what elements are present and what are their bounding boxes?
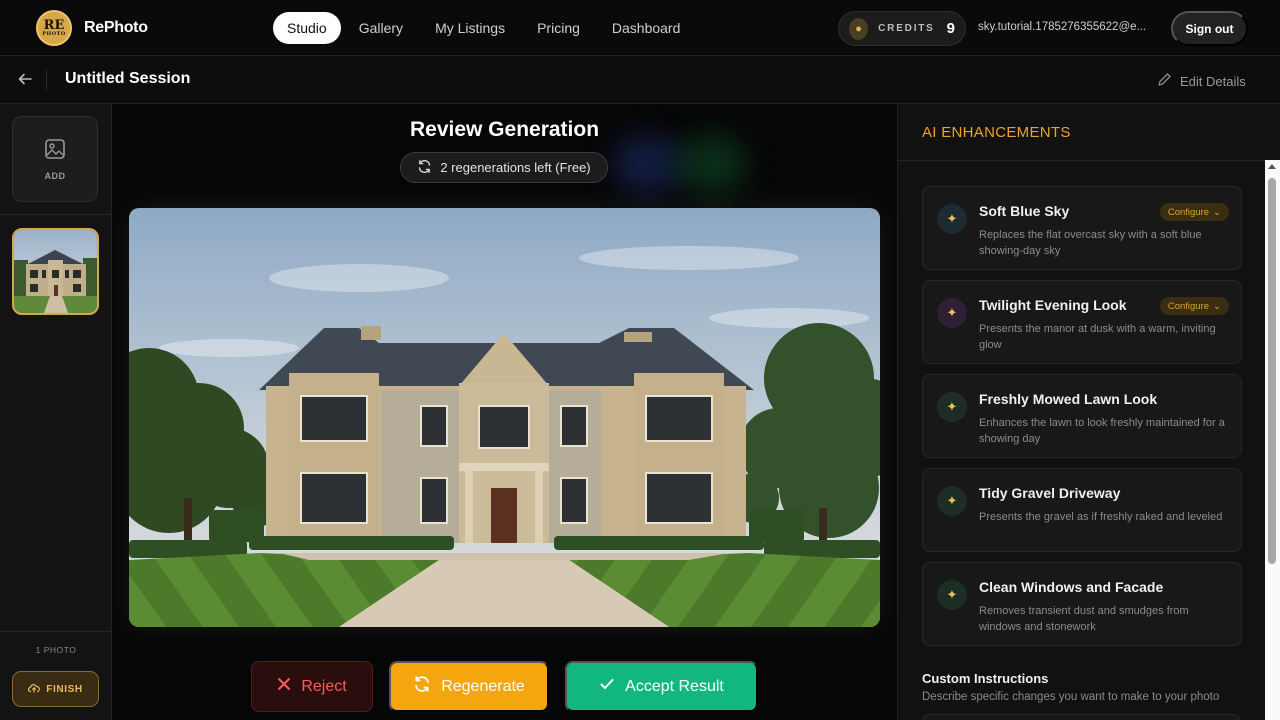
panel-title: AI ENHANCEMENTS <box>922 124 1071 141</box>
enhancement-description: Presents the manor at dusk with a warm, … <box>979 323 1216 351</box>
finish-label: FINISH <box>46 683 83 695</box>
enhancement-description: Enhances the lawn to look freshly mainta… <box>979 417 1225 445</box>
page-title: Review Generation <box>409 118 600 141</box>
accept-label: Accept Result <box>625 677 724 695</box>
credits-count: 9 <box>946 20 955 37</box>
photo-count: 1 PHOTO <box>35 645 77 655</box>
pencil-icon <box>1157 72 1172 90</box>
cloud-upload-icon <box>28 682 41 697</box>
configure-label: Configure <box>1167 300 1210 312</box>
enhancement-description: Removes transient dust and smudges from … <box>979 605 1189 633</box>
reject-button[interactable]: Reject <box>251 661 373 712</box>
enhancement-description: Replaces the flat overcast sky with a so… <box>979 229 1202 257</box>
enhancement-title: Tidy Gravel Driveway <box>979 485 1121 501</box>
coins-icon: ● <box>849 17 869 40</box>
close-icon <box>277 677 291 696</box>
credits-label: CREDITS <box>878 23 935 34</box>
app-root: RE PHOTO RePhoto Studio Gallery My Listi… <box>0 0 1280 720</box>
brand-name: RePhoto <box>84 19 148 36</box>
sparkle-icon: ✦ <box>937 486 967 516</box>
image-icon <box>44 138 66 165</box>
configure-button[interactable]: Configure ⌄ <box>1159 297 1229 315</box>
divider <box>0 631 112 632</box>
custom-instructions-title: Custom Instructions <box>922 671 1049 686</box>
edit-details-label: Edit Details <box>1180 73 1246 89</box>
background-glow <box>612 134 682 194</box>
review-canvas: Review Generation 2 regenerations left (… <box>112 104 897 720</box>
nav-item-gallery[interactable]: Gallery <box>345 12 417 44</box>
enhancement-card-soft-blue-sky[interactable]: ✦ Soft Blue Sky Replaces the flat overca… <box>922 186 1242 270</box>
review-actions: Reject Regenerate Accept Result <box>251 661 758 712</box>
configure-label: Configure <box>1167 206 1210 218</box>
nav-item-studio[interactable]: Studio <box>273 12 341 44</box>
add-label: ADD <box>44 170 66 181</box>
enhancement-title: Freshly Mowed Lawn Look <box>979 391 1158 407</box>
photo-thumbnail[interactable] <box>12 228 99 315</box>
session-bar: Untitled Session Edit Details <box>0 56 1280 104</box>
reject-label: Reject <box>301 677 347 695</box>
sign-out-button[interactable]: Sign out <box>1171 11 1248 46</box>
refresh-icon <box>413 675 431 698</box>
enhancements-panel: AI ENHANCEMENTS ✦ Soft Blue Sky Replaces… <box>897 104 1280 720</box>
credits-badge[interactable]: ● CREDITS 9 <box>838 11 966 46</box>
nav-item-my-listings[interactable]: My Listings <box>421 12 519 44</box>
enhancement-card-clean-windows[interactable]: ✦ Clean Windows and Facade Removes trans… <box>922 562 1242 646</box>
regenerate-button[interactable]: Regenerate <box>389 661 549 712</box>
scrollbar[interactable] <box>1265 160 1280 720</box>
add-photo-button[interactable]: ADD <box>12 116 98 202</box>
photo-rail: ADD 1 PHOTO FINISH <box>0 104 112 720</box>
logo-icon: RE PHOTO <box>36 10 72 46</box>
logo-text: RE <box>43 17 65 33</box>
back-arrow-icon[interactable] <box>16 70 34 88</box>
brand[interactable]: RE PHOTO RePhoto <box>36 10 148 46</box>
divider <box>0 214 112 215</box>
session-title: Untitled Session <box>65 70 191 87</box>
refresh-icon <box>417 159 432 177</box>
nav-item-dashboard[interactable]: Dashboard <box>598 12 695 44</box>
logo-subtext: PHOTO <box>42 30 66 37</box>
divider <box>46 69 47 91</box>
sparkle-icon: ✦ <box>937 204 967 234</box>
nav-links: Studio Gallery My Listings Pricing Dashb… <box>273 12 694 44</box>
chevron-down-icon: ⌄ <box>1213 300 1221 312</box>
custom-instructions-description: Describe specific changes you want to ma… <box>922 691 1220 703</box>
edit-details-button[interactable]: Edit Details <box>1157 72 1246 90</box>
check-icon <box>599 676 615 697</box>
enhancement-card-twilight-evening[interactable]: ✦ Twilight Evening Look Presents the man… <box>922 280 1242 364</box>
configure-button[interactable]: Configure ⌄ <box>1159 203 1229 221</box>
regenerate-label: Regenerate <box>441 677 525 695</box>
sparkle-icon: ✦ <box>937 298 967 328</box>
background-glow <box>677 134 747 194</box>
scrollbar-thumb[interactable] <box>1268 178 1276 564</box>
finish-button[interactable]: FINISH <box>12 671 99 707</box>
scroll-up-arrow-icon[interactable] <box>1268 164 1276 169</box>
regenerations-status: 2 regenerations left (Free) <box>400 152 608 183</box>
sparkle-icon: ✦ <box>937 392 967 422</box>
panel-header: AI ENHANCEMENTS <box>898 104 1280 161</box>
enhancement-card-gravel-driveway[interactable]: ✦ Tidy Gravel Driveway Presents the grav… <box>922 468 1242 552</box>
enhancement-description: Presents the gravel as if freshly raked … <box>979 511 1223 523</box>
accept-result-button[interactable]: Accept Result <box>565 661 758 712</box>
regenerations-label: 2 regenerations left (Free) <box>440 160 591 175</box>
top-nav: RE PHOTO RePhoto Studio Gallery My Listi… <box>0 0 1280 56</box>
custom-instructions-input[interactable] <box>922 714 1240 720</box>
enhancement-title: Twilight Evening Look <box>979 297 1127 313</box>
user-email: sky.tutorial.1785276355622@e... <box>978 21 1147 33</box>
nav-item-pricing[interactable]: Pricing <box>523 12 594 44</box>
enhancement-title: Clean Windows and Facade <box>979 579 1164 595</box>
enhancement-title: Soft Blue Sky <box>979 203 1070 219</box>
enhancement-list: ✦ Soft Blue Sky Replaces the flat overca… <box>922 186 1242 656</box>
sparkle-icon: ✦ <box>937 580 967 610</box>
chevron-down-icon: ⌄ <box>1213 206 1221 218</box>
generated-photo <box>129 208 880 627</box>
enhancement-card-mowed-lawn[interactable]: ✦ Freshly Mowed Lawn Look Enhances the l… <box>922 374 1242 458</box>
